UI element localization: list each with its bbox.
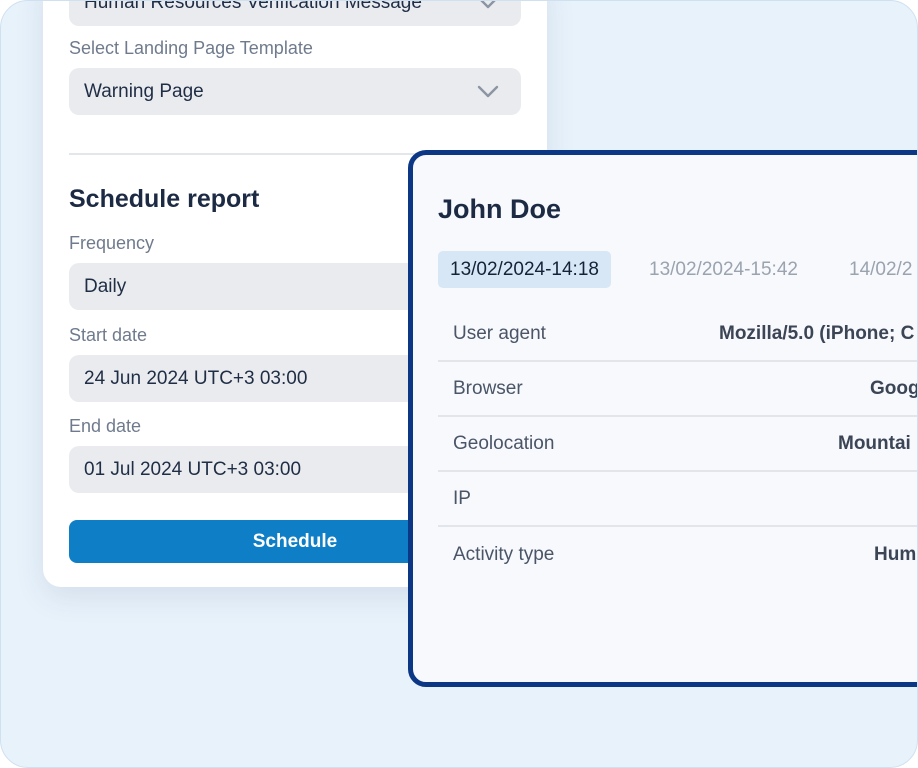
user-name: John Doe bbox=[438, 194, 562, 224]
end-date-label: End date bbox=[69, 416, 142, 436]
background-canvas: Human Resources Verification Message Sel… bbox=[0, 0, 918, 768]
email-template-select[interactable]: Human Resources Verification Message bbox=[69, 0, 521, 26]
landing-page-value: Warning Page bbox=[84, 80, 204, 102]
schedule-report-title: Schedule report bbox=[69, 185, 260, 213]
chevron-down-icon bbox=[477, 1, 499, 10]
start-date-value: 24 Jun 2024 UTC+3 03:00 bbox=[84, 367, 308, 389]
tab-session-3[interactable]: 14/02/2 bbox=[837, 251, 917, 288]
start-date-label: Start date bbox=[69, 325, 148, 345]
user-detail-panel: John Doe 13/02/2024-14:18 13/02/2024-15:… bbox=[408, 150, 918, 687]
row-key: IP bbox=[453, 487, 471, 509]
row-value: Mountai bbox=[838, 432, 911, 454]
row-value: Mozilla/5.0 (iPhone; C bbox=[719, 322, 915, 344]
email-template-value: Human Resources Verification Message bbox=[84, 0, 422, 13]
detail-row-geolocation: Geolocation Mountai bbox=[438, 417, 917, 472]
row-key: Geolocation bbox=[453, 432, 555, 454]
landing-page-select[interactable]: Warning Page bbox=[69, 68, 521, 115]
detail-row-ip: IP bbox=[438, 472, 917, 527]
row-value: Goog bbox=[870, 377, 918, 399]
detail-row-user-agent: User agent Mozilla/5.0 (iPhone; C bbox=[438, 307, 917, 362]
row-key: User agent bbox=[453, 322, 546, 344]
detail-row-browser: Browser Goog bbox=[438, 362, 918, 417]
tab-session-2[interactable]: 13/02/2024-15:42 bbox=[637, 251, 810, 288]
row-key: Activity type bbox=[453, 543, 555, 565]
row-value: Hum bbox=[874, 543, 917, 565]
frequency-value: Daily bbox=[84, 275, 127, 297]
tab-session-1[interactable]: 13/02/2024-14:18 bbox=[438, 251, 611, 288]
frequency-label: Frequency bbox=[69, 233, 155, 253]
end-date-value: 01 Jul 2024 UTC+3 03:00 bbox=[84, 458, 302, 480]
chevron-down-icon bbox=[477, 85, 499, 99]
detail-row-activity-type: Activity type Hum bbox=[438, 527, 917, 582]
row-key: Browser bbox=[453, 377, 523, 399]
landing-page-label: Select Landing Page Template bbox=[69, 38, 313, 58]
